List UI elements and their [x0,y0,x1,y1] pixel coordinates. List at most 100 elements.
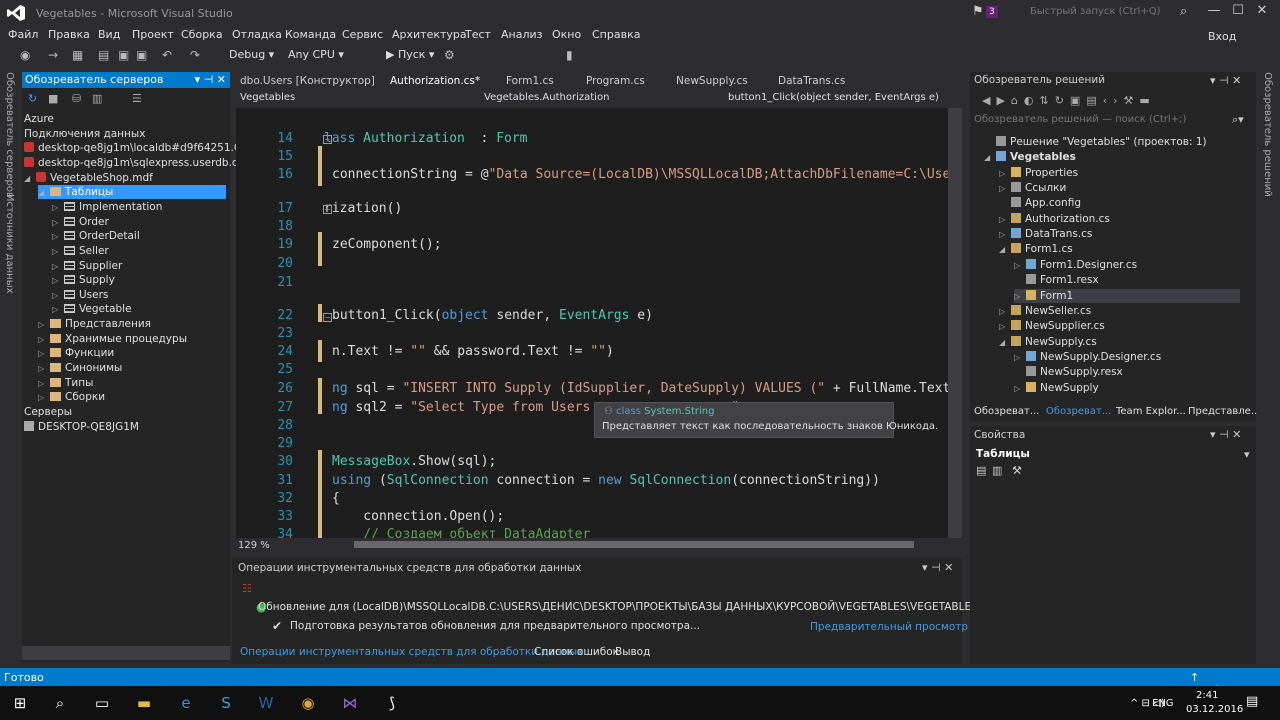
code-line[interactable]: zeComponent(); [332,237,442,252]
solution-tree-item[interactable]: ◢ NewSupply.cs [999,335,1097,349]
new-project-icon[interactable]: ▦ [72,48,83,62]
solution-tree-item[interactable]: ▷ Form1 [1014,288,1240,303]
visual-studio-taskbar-icon[interactable]: ⋈ [340,693,360,713]
code-line[interactable]: button1_Click(object sender, EventArgs e… [332,308,653,323]
editor-tab[interactable]: Form1.cs [500,72,560,90]
configuration-select[interactable]: Debug ▾ [229,48,274,61]
solution-tree-item[interactable]: ▷ NewSeller.cs [999,304,1091,318]
collapse-toggle-icon[interactable]: − [323,135,332,144]
attach-icon[interactable]: ⚙ [444,48,455,62]
server-tree-item[interactable]: ▷ Order [52,215,109,229]
connect-server-icon[interactable]: ▥ [92,92,102,105]
input-language[interactable]: ENG [1152,698,1174,709]
expand-arrow-icon[interactable]: ▷ [999,320,1011,334]
terminal-app-icon[interactable]: ⟆ [382,693,402,713]
side-tab-server-explorer[interactable]: Обозреватель серверов [4,72,15,198]
server-tree-item[interactable]: ▷ Seller [52,244,109,258]
search-icon[interactable]: ⌕ [50,693,70,713]
expand-arrow-icon[interactable]: ▷ [38,347,50,361]
server-tree-item[interactable]: ▷ Типы [38,376,93,390]
output-bottom-tab[interactable]: Операции инструментальных средств для об… [240,646,583,658]
server-tree-item[interactable]: ▷ Implementation [52,200,162,214]
server-tree-item[interactable]: DESKTOP-QE8JG1M [24,420,139,434]
expand-arrow-icon[interactable]: ▷ [52,245,64,259]
editor-horizontal-scrollbar[interactable] [236,538,948,552]
notification-flag-icon[interactable]: ⚑ [972,4,984,19]
sign-in-link[interactable]: Вход [1208,30,1236,43]
stop-icon[interactable]: ■ [48,92,58,105]
quick-launch-search-icon[interactable]: ⌕ [1180,4,1187,19]
editor-tab[interactable]: NewSupply.cs [670,72,754,90]
expand-arrow-icon[interactable]: ▷ [52,260,64,274]
expand-arrow-icon[interactable]: ▷ [52,289,64,303]
code-line[interactable]: lass Authorization : Form [324,131,528,146]
menu-item[interactable]: Сервис [342,28,383,41]
solution-tree-item[interactable]: ▷ DataTrans.cs [999,227,1092,241]
menu-item[interactable]: Архитектура [392,28,467,41]
expand-arrow-icon[interactable]: ▷ [38,391,50,405]
server-tree-item[interactable]: Подключения данных [24,127,145,141]
preview-link[interactable]: Предварительный просмотр [810,621,968,633]
menu-item[interactable]: Проект [132,28,174,41]
solution-tree-item[interactable]: NewSupply.resx [1014,365,1123,379]
output-bottom-tab[interactable]: Список ошибок [534,646,619,658]
property-pages-icon[interactable]: ⚒ [1012,464,1022,477]
zoom-level[interactable]: 129 % [238,540,270,551]
solution-tree-item[interactable]: ◢ Vegetables [984,150,1076,164]
expand-arrow-icon[interactable]: ▷ [999,213,1011,227]
expand-arrow-icon[interactable]: ▷ [52,230,64,244]
code-line[interactable]: { [332,491,340,506]
save-icon[interactable]: ▣ [118,48,129,62]
menu-item[interactable]: Вид [98,28,120,41]
server-tree-item[interactable]: ▷ Синонимы [38,361,122,375]
server-tree-item[interactable]: Azure [24,112,54,126]
server-tree-item[interactable]: ▷ Хранимые процедуры [38,332,187,346]
server-tree-item[interactable]: Серверы [24,405,72,419]
solution-tree-item[interactable]: App.config [999,196,1081,210]
solution-tree-item[interactable]: ▷ Authorization.cs [999,212,1110,226]
solution-tree-item[interactable]: ▷ NewSupply.Designer.cs [1014,350,1161,364]
solution-bottom-tab[interactable]: Обозреват... [974,406,1039,417]
properties-object-dropdown-icon[interactable]: ▾ [1244,448,1250,461]
menu-item[interactable]: Файл [8,28,38,41]
expand-arrow-icon[interactable]: ▷ [52,274,64,288]
expand-arrow-icon[interactable]: ◢ [999,243,1011,257]
notifications-icon[interactable]: ▤ [1246,694,1258,709]
forward-icon[interactable]: → [48,48,58,62]
menu-item[interactable]: Анализ [501,28,543,41]
expand-arrow-icon[interactable]: ▷ [38,318,50,332]
scroll-thumb[interactable] [354,541,914,548]
server-explorer-hscrollbar[interactable] [22,646,230,660]
menu-item[interactable]: Отладка [232,28,282,41]
start-debug-button[interactable]: ▶ Пуск ▾ [386,48,434,61]
solution-bottom-tab[interactable]: Обозреват... [1046,406,1111,417]
collapse-toggle-icon[interactable]: − [323,205,332,214]
expand-arrow-icon[interactable]: ▷ [38,377,50,391]
editor-tab[interactable]: DataTrans.cs [772,72,851,90]
code-line[interactable]: n.Text != "" && password.Text != "") [332,344,614,359]
solution-tree-item[interactable]: ▷ Form1.Designer.cs [1014,258,1137,272]
editor-vertical-scrollbar[interactable] [948,108,962,538]
clear-output-icon[interactable]: ☷ [242,582,252,595]
solution-tree-item[interactable]: ▷ NewSupplier.cs [999,319,1105,333]
output-bottom-tab[interactable]: Вывод [615,646,650,658]
server-tree-item[interactable]: ▷ OrderDetail [52,229,140,243]
code-line[interactable]: connection.Open(); [332,509,504,524]
file-explorer-icon[interactable]: ▬ [134,693,154,713]
menu-item[interactable]: Команда [285,28,336,41]
expand-arrow-icon[interactable]: ◢ [984,151,996,165]
menu-item[interactable]: Окно [552,28,581,41]
solution-tree-item[interactable]: ◢ Form1.cs [999,242,1073,256]
solution-bottom-tab[interactable]: Team Explor... [1116,406,1186,417]
solution-tree-item[interactable]: ▷ NewSupply [1014,381,1099,395]
close-button[interactable]: ✕ [1250,3,1274,18]
maximize-button[interactable]: ☐ [1226,3,1250,18]
code-line[interactable]: connectionString = @"Data Source=(LocalD… [332,167,948,182]
categorized-icon[interactable]: ▤ [976,464,986,477]
editor-tab[interactable]: Program.cs [580,72,651,90]
solution-bottom-tab[interactable]: Представле... [1188,406,1260,417]
server-tree-item[interactable]: ▷ Users [52,288,108,302]
nav-member-select[interactable]: button1_Click(object sender, EventArgs e… [728,92,939,103]
editor-tab[interactable]: dbo.Users [Конструктор] [234,72,381,90]
side-tab-solution-explorer[interactable]: Обозреватель решений [1262,72,1273,197]
